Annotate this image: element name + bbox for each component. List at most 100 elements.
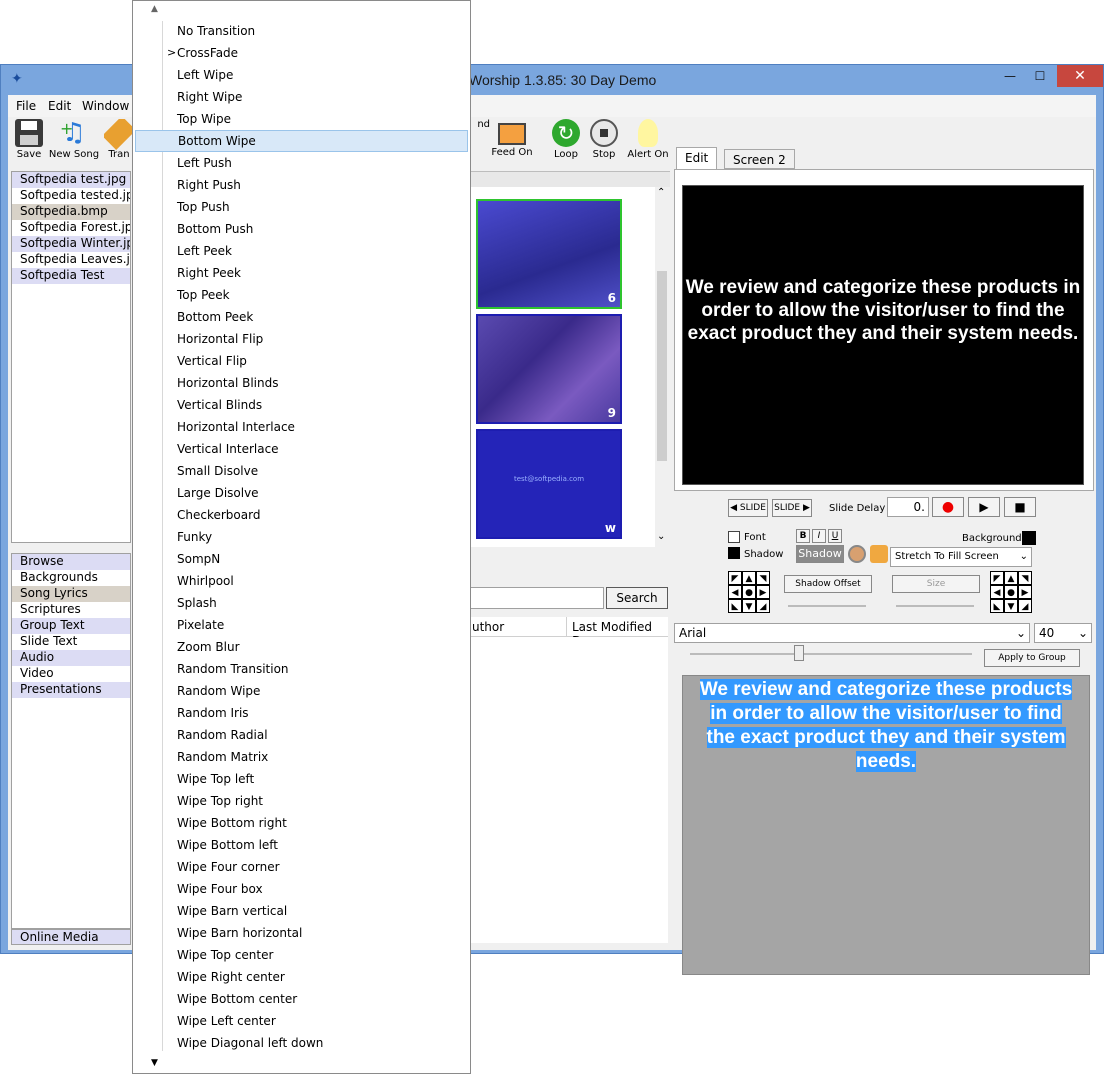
list-item[interactable]: Softpedia Forest.jpg xyxy=(12,220,130,236)
scroll-up-icon[interactable]: ▲ xyxy=(151,4,158,14)
fill-mode-select[interactable]: Stretch To Fill Screen ⌄ xyxy=(890,547,1032,567)
transition-button[interactable]: Tran xyxy=(104,119,134,160)
transition-option[interactable]: Whirlpool xyxy=(135,570,468,592)
transition-option[interactable]: Wipe Bottom center xyxy=(135,988,468,1010)
scroll-thumb[interactable] xyxy=(657,271,667,461)
list-item[interactable]: Softpedia Test xyxy=(12,268,130,284)
category-video[interactable]: Video xyxy=(12,666,130,682)
bold-button[interactable]: B xyxy=(796,529,810,543)
transition-option[interactable]: Large Disolve xyxy=(135,482,468,504)
font-family-select[interactable]: Arial ⌄ xyxy=(674,623,1030,643)
transition-option[interactable]: Bottom Push xyxy=(135,218,468,240)
category-browse[interactable]: Browse xyxy=(12,554,130,570)
list-item[interactable]: Softpedia Leaves.j... xyxy=(12,252,130,268)
tab-screen-2[interactable]: Screen 2 xyxy=(724,149,795,169)
transition-option[interactable]: > CrossFade xyxy=(135,42,468,64)
transition-option[interactable]: Wipe Left center xyxy=(135,1010,468,1032)
transition-option[interactable]: Wipe Diagonal left down xyxy=(135,1032,468,1054)
transition-option[interactable]: Funky xyxy=(135,526,468,548)
slide-prev-button[interactable]: ◀ SLIDE xyxy=(728,499,768,517)
transition-option[interactable]: Vertical Interlace xyxy=(135,438,468,460)
category-scriptures[interactable]: Scriptures xyxy=(12,602,130,618)
transition-option[interactable]: Wipe Four box xyxy=(135,878,468,900)
italic-button[interactable]: I xyxy=(812,529,826,543)
underline-button[interactable]: U xyxy=(828,529,842,543)
transition-option[interactable]: Wipe Bottom right xyxy=(135,812,468,834)
column-author[interactable]: uthor xyxy=(472,620,504,634)
transition-option[interactable]: Bottom Peek xyxy=(135,306,468,328)
transition-option[interactable]: Random Matrix xyxy=(135,746,468,768)
list-item[interactable]: Softpedia tested.jpg xyxy=(12,188,130,204)
transition-option[interactable]: Random Radial xyxy=(135,724,468,746)
list-item[interactable]: Softpedia Winter.jpg xyxy=(12,236,130,252)
slide-delay-input[interactable]: 0. xyxy=(887,497,929,517)
transition-option[interactable]: Pixelate xyxy=(135,614,468,636)
transition-option[interactable]: Wipe Barn vertical xyxy=(135,900,468,922)
preview-screen[interactable]: We review and categorize these products … xyxy=(682,185,1084,485)
font-size-slider[interactable] xyxy=(690,653,972,655)
font-color-swatch[interactable] xyxy=(728,531,740,543)
transition-option[interactable]: Splash xyxy=(135,592,468,614)
transition-option[interactable]: Bottom Wipe xyxy=(135,130,468,152)
transition-option[interactable]: Wipe Bottom left xyxy=(135,834,468,856)
thumbnail-text[interactable]: test@softpedia.com w xyxy=(476,429,622,539)
transition-option[interactable]: Horizontal Flip xyxy=(135,328,468,350)
transition-list[interactable]: No Transition > CrossFade Left Wipe Right Wi… xyxy=(135,20,468,1054)
record-button[interactable]: ● xyxy=(932,497,964,517)
search-input[interactable] xyxy=(470,587,604,609)
transition-option[interactable]: Small Disolve xyxy=(135,460,468,482)
file-list[interactable]: Softpedia test.jpg Softpedia tested.jpg … xyxy=(11,171,131,543)
size-button[interactable]: Size xyxy=(892,575,980,593)
search-button[interactable]: Search xyxy=(606,587,668,609)
transition-option[interactable]: Wipe Top right xyxy=(135,790,468,812)
category-audio[interactable]: Audio xyxy=(12,650,130,666)
category-group-text[interactable]: Group Text xyxy=(12,618,130,634)
close-button[interactable]: ✕ xyxy=(1057,65,1103,87)
size-slider[interactable] xyxy=(896,605,974,607)
chevron-up-icon[interactable]: ⌃ xyxy=(657,187,665,198)
thumbnail-leaves[interactable]: 9 xyxy=(476,314,622,424)
shadow-toggle-button[interactable]: Shadow xyxy=(796,545,844,563)
category-song-lyrics[interactable]: Song Lyrics xyxy=(12,586,130,602)
transition-option[interactable]: No Transition xyxy=(135,20,468,42)
slide-next-button[interactable]: SLIDE ▶ xyxy=(772,499,812,517)
category-slide-text[interactable]: Slide Text xyxy=(12,634,130,650)
transition-option[interactable]: Right Peek xyxy=(135,262,468,284)
play-button[interactable]: ▶ xyxy=(968,497,1000,517)
alert-on-button[interactable]: Alert On xyxy=(622,119,674,160)
transition-option[interactable]: Wipe Top center xyxy=(135,944,468,966)
transition-option[interactable]: Top Wipe xyxy=(135,108,468,130)
category-list[interactable]: Browse Backgrounds Song Lyrics Scripture… xyxy=(11,553,131,929)
thumbnail-forest[interactable]: 6 xyxy=(476,199,622,309)
list-item[interactable]: Softpedia test.jpg xyxy=(12,172,130,188)
list-item[interactable]: Softpedia.bmp xyxy=(12,204,130,220)
feed-on-button[interactable]: Feed On xyxy=(486,119,538,158)
stop-small-button[interactable]: ■ xyxy=(1004,497,1036,517)
chevron-down-icon[interactable]: ⌄ xyxy=(657,531,665,542)
maximize-button[interactable]: ☐ xyxy=(1025,65,1055,87)
minimize-button[interactable]: — xyxy=(995,65,1025,87)
image-icon[interactable] xyxy=(870,545,888,563)
transition-option[interactable]: Vertical Flip xyxy=(135,350,468,372)
shadow-offset-slider[interactable] xyxy=(788,605,866,607)
transition-option[interactable]: Zoom Blur xyxy=(135,636,468,658)
disc-icon[interactable] xyxy=(848,545,866,563)
scroll-down-icon[interactable]: ▼ xyxy=(151,1058,158,1068)
category-presentations[interactable]: Presentations xyxy=(12,682,130,698)
transition-option[interactable]: Right Push xyxy=(135,174,468,196)
thumbnail-scrollbar[interactable]: ⌃ ⌄ xyxy=(655,187,669,547)
transition-option[interactable]: Random Transition xyxy=(135,658,468,680)
shadow-offset-button[interactable]: Shadow Offset xyxy=(784,575,872,593)
transition-option[interactable]: Left Peek xyxy=(135,240,468,262)
font-size-select[interactable]: 40 ⌄ xyxy=(1034,623,1092,643)
transition-dropdown[interactable]: ▲ No Transition > CrossFade Left Wipe Right … xyxy=(132,0,471,1074)
transition-option[interactable]: Left Wipe xyxy=(135,64,468,86)
shadow-color-swatch[interactable] xyxy=(728,547,740,559)
transition-option[interactable]: Right Wipe xyxy=(135,86,468,108)
new-song-button[interactable]: ♫ + New Song xyxy=(48,119,100,160)
menu-window[interactable]: Window xyxy=(82,99,129,113)
apply-to-group-button[interactable]: Apply to Group xyxy=(984,649,1080,667)
category-backgrounds[interactable]: Backgrounds xyxy=(12,570,130,586)
transition-option[interactable]: Wipe Right center xyxy=(135,966,468,988)
slider-thumb[interactable] xyxy=(794,645,804,661)
